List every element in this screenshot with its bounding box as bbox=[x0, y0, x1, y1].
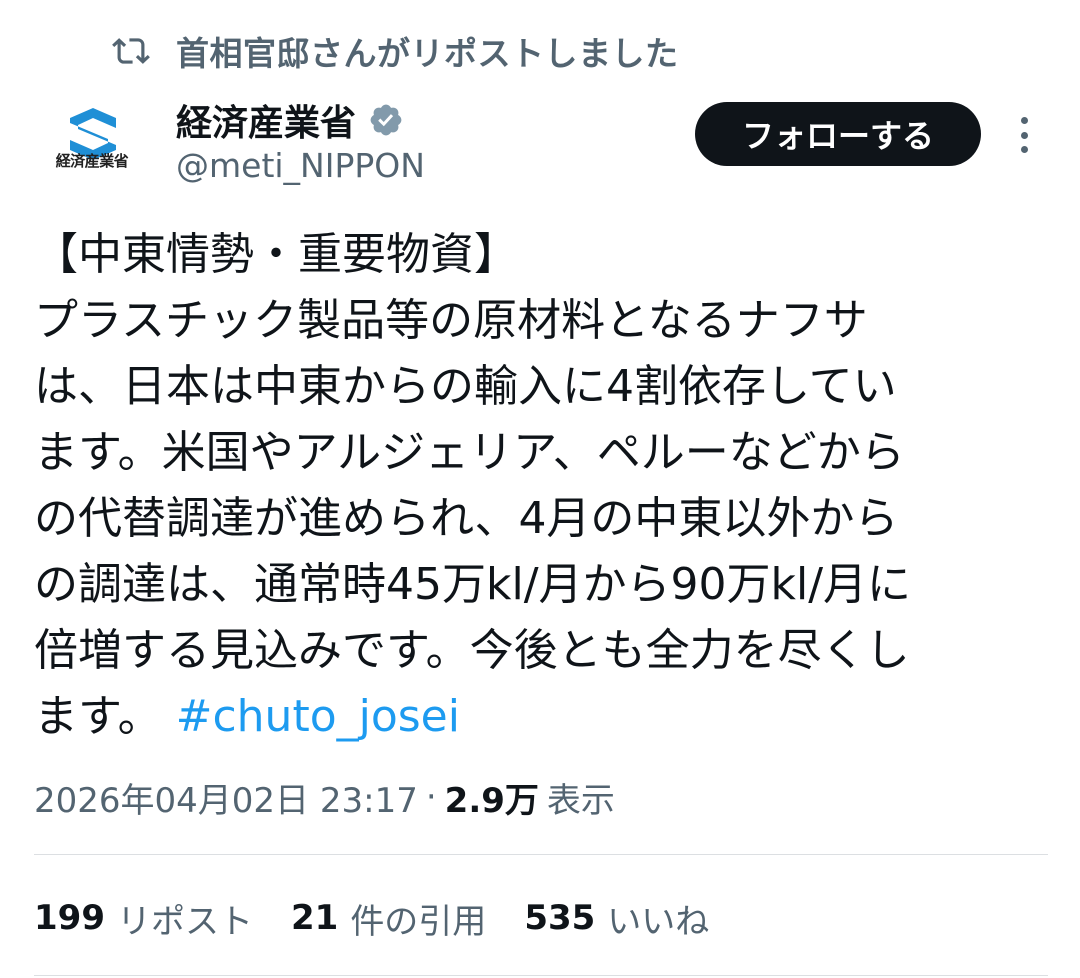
tweet-line-last: ます。 #chuto_josei bbox=[34, 684, 1044, 750]
tweet-line: ます。米国やアルジェリア、ペルーなどから bbox=[34, 427, 905, 478]
tweet-line: 【中東情勢・重要物資】 bbox=[34, 229, 518, 280]
more-dot bbox=[1020, 117, 1028, 124]
repost-context-text: 首相官邸さんがリポストしました bbox=[176, 34, 679, 73]
tweet-last-text: ます。 bbox=[34, 691, 162, 742]
repost-context[interactable]: 首相官邸さんがリポストしました bbox=[112, 26, 679, 76]
more-options-icon[interactable] bbox=[1006, 113, 1042, 157]
likes-label: いいね bbox=[607, 901, 710, 942]
likes-stat[interactable]: 535 いいね bbox=[524, 894, 709, 943]
views-count: 2.9万 bbox=[444, 780, 539, 821]
hashtag-link[interactable]: #chuto_josei bbox=[176, 691, 460, 742]
likes-count: 535 bbox=[524, 898, 596, 938]
views-label: 表示 bbox=[546, 780, 615, 821]
quotes-stat[interactable]: 21 件の引用 bbox=[291, 894, 486, 943]
quotes-count: 21 bbox=[290, 898, 339, 938]
author-handle[interactable]: @meti_NIPPON bbox=[176, 146, 425, 185]
repost-icon bbox=[112, 32, 150, 70]
divider bbox=[34, 854, 1048, 855]
more-dot bbox=[1020, 131, 1028, 139]
tweet-text: 【中東情勢・重要物資】 プラスチック製品等の原材料となるナフサ は、日本は中東か… bbox=[34, 222, 1044, 750]
tweet-line: 倍増する見込みです。今後とも全力を尽くし bbox=[34, 625, 910, 676]
more-dot bbox=[1020, 146, 1028, 153]
author-name-row[interactable]: 経済産業省 bbox=[176, 96, 404, 144]
tweet-meta: 2026年04月02日 23:17 · 2.9万 表示 bbox=[34, 772, 615, 822]
display-name[interactable]: 経済産業省 bbox=[176, 94, 356, 146]
tweet-line: の代替調達が進められ、4月の中東以外から bbox=[34, 493, 899, 544]
avatar-label: 経済産業省 bbox=[55, 152, 129, 170]
reposts-stat[interactable]: 199 リポスト bbox=[34, 894, 253, 943]
engagement-stats: 199 リポスト 21 件の引用 535 いいね bbox=[34, 892, 747, 944]
follow-button[interactable]: フォローする bbox=[695, 102, 981, 166]
tweet-line: プラスチック製品等の原材料となるナフサ bbox=[34, 295, 868, 346]
timestamp[interactable]: 2026年04月02日 23:17 bbox=[34, 773, 418, 822]
tweet-line: の調達は、通常時45万kl/月から90万kl/月に bbox=[34, 559, 912, 610]
verified-badge-icon bbox=[368, 102, 404, 138]
avatar[interactable]: 経済産業省 bbox=[40, 100, 144, 204]
meta-separator: · bbox=[425, 777, 437, 817]
reposts-label: リポスト bbox=[116, 901, 253, 942]
reposts-count: 199 bbox=[34, 898, 105, 938]
divider bbox=[34, 975, 1048, 976]
quotes-label: 件の引用 bbox=[350, 901, 487, 942]
tweet-line: は、日本は中東からの輸入に4割依存してい bbox=[34, 361, 897, 412]
